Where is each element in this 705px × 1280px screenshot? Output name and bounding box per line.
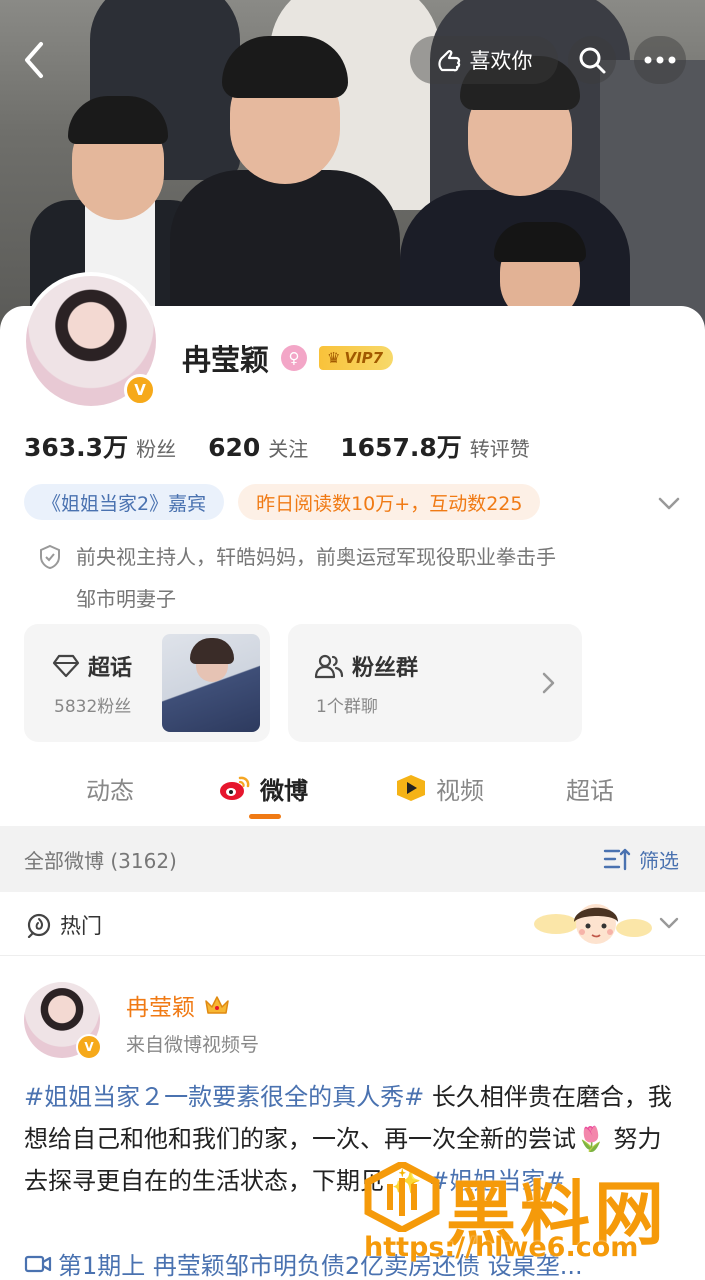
super-topic-title-row: 超话 bbox=[52, 650, 132, 682]
weibo-logo-icon bbox=[220, 776, 250, 800]
like-you-button[interactable]: 喜欢你 bbox=[410, 36, 558, 84]
search-button[interactable] bbox=[568, 36, 616, 84]
profile-tags: 《姐姐当家2》嘉宾 昨日阅读数10万+，互动数225 bbox=[24, 484, 541, 520]
crown-icon: ♛ bbox=[327, 349, 341, 367]
tab-video[interactable]: 视频 bbox=[394, 760, 484, 816]
tab-weibo[interactable]: 微博 bbox=[218, 760, 308, 816]
thumbnail-hair bbox=[190, 638, 234, 664]
chevron-down-icon bbox=[658, 497, 680, 510]
stat-label: 关注 bbox=[268, 437, 309, 461]
tab-activity[interactable]: 动态 bbox=[86, 760, 134, 816]
stat-number: 620 bbox=[208, 433, 261, 462]
profile-name: 冉莹颖 bbox=[182, 343, 270, 377]
shield-check-icon bbox=[40, 544, 60, 570]
like-you-label: 喜欢你 bbox=[469, 49, 533, 73]
video-play-icon bbox=[397, 775, 425, 801]
hot-posts-row[interactable]: 热门 bbox=[0, 892, 705, 956]
vip-label: VIP7 bbox=[344, 349, 384, 367]
stat-followers[interactable]: 363.3万 粉丝 bbox=[24, 428, 176, 464]
post-author-avatar[interactable]: V bbox=[24, 982, 102, 1060]
cover-child-hair bbox=[494, 222, 586, 262]
post-topic-link[interactable]: #姐姐当家# bbox=[429, 1167, 565, 1195]
super-topic-tile[interactable]: 超话 5832粉丝 bbox=[24, 624, 270, 742]
fan-group-title: 粉丝群 bbox=[352, 656, 419, 681]
diamond-icon bbox=[52, 654, 80, 678]
female-gender-icon: ♀ bbox=[281, 345, 308, 371]
verified-badge-icon: V bbox=[124, 374, 156, 406]
tab-label: 微博 bbox=[260, 776, 308, 805]
group-people-icon bbox=[314, 654, 344, 679]
fan-group-tile[interactable]: 粉丝群 1个群聊 bbox=[288, 624, 582, 742]
expand-profile-button[interactable] bbox=[654, 488, 684, 518]
post-video-link[interactable]: 第1期上 冉莹颖邹市明负债2亿卖房还债 设桌垄... bbox=[24, 1246, 684, 1280]
crown-icon bbox=[205, 996, 229, 1014]
bio-line-2: 邹市明妻子 bbox=[76, 587, 176, 611]
tab-label: 超话 bbox=[566, 776, 614, 805]
cartoon-girl-sticker-icon bbox=[534, 904, 652, 944]
top-nav-bar: 喜欢你 bbox=[0, 0, 705, 120]
tulip-emoji-icon: 🌷 bbox=[576, 1125, 606, 1153]
show-guest-tag[interactable]: 《姐姐当家2》嘉宾 bbox=[24, 484, 225, 520]
stat-interactions[interactable]: 1657.8万 转评赞 bbox=[340, 428, 529, 464]
post-topic-link[interactable]: #姐姐当家２一款要素很全的真人秀# bbox=[24, 1083, 424, 1111]
tab-label: 动态 bbox=[86, 776, 134, 805]
post-author-name[interactable]: 冉莹颖 bbox=[126, 988, 195, 1022]
post-author-row: 冉莹颖 bbox=[126, 988, 231, 1022]
verified-badge-icon: V bbox=[76, 1034, 102, 1060]
all-posts-count: 全部微博 (3162) bbox=[24, 848, 177, 873]
more-dots-icon bbox=[644, 56, 676, 64]
profile-name-row: 冉莹颖 ♀ ♛ VIP7 bbox=[182, 338, 394, 378]
bio-line-1: 前央视主持人，轩皓妈妈，前奥运冠军现役职业拳击手 bbox=[76, 545, 556, 569]
chevron-right-icon bbox=[542, 672, 555, 694]
video-link-text: 第1期上 冉莹颖邹市明负债2亿卖房还债 设桌垄... bbox=[58, 1252, 583, 1280]
stat-number: 363.3万 bbox=[24, 433, 129, 462]
sparkles-emoji-icon: ✨ bbox=[384, 1167, 430, 1195]
super-topic-fans: 5832粉丝 bbox=[54, 697, 132, 717]
hot-label: 热门 bbox=[60, 914, 102, 938]
super-topic-title: 超话 bbox=[88, 656, 133, 681]
hot-flame-icon bbox=[27, 913, 51, 938]
chevron-down-icon bbox=[659, 917, 679, 929]
chevron-left-icon bbox=[25, 42, 43, 78]
stat-number: 1657.8万 bbox=[340, 433, 462, 462]
vip-badge[interactable]: ♛ VIP7 bbox=[319, 346, 394, 370]
fan-group-title-row: 粉丝群 bbox=[314, 650, 418, 682]
stat-following[interactable]: 620 关注 bbox=[208, 433, 308, 462]
filter-button[interactable]: 筛选 bbox=[603, 845, 679, 874]
hot-label-group: 热门 bbox=[26, 910, 102, 940]
fan-group-count: 1个群聊 bbox=[316, 697, 378, 717]
tab-label: 视频 bbox=[436, 776, 484, 805]
reading-stats-tag[interactable]: 昨日阅读数10万+，互动数225 bbox=[238, 484, 541, 520]
post-text: #姐姐当家２一款要素很全的真人秀# 长久相伴贵在磨合，我想给自己和他和我们的家，… bbox=[24, 1076, 684, 1202]
tab-super-topic[interactable]: 超话 bbox=[566, 760, 614, 816]
filter-sort-icon bbox=[603, 848, 631, 871]
like-hand-icon bbox=[437, 50, 460, 72]
search-icon bbox=[579, 47, 606, 74]
super-topic-thumbnail bbox=[162, 634, 260, 732]
active-tab-indicator bbox=[249, 814, 281, 819]
post-source: 来自微博视频号 bbox=[126, 1034, 260, 1056]
back-button[interactable] bbox=[12, 38, 56, 82]
stat-label: 转评赞 bbox=[469, 437, 530, 461]
profile-bio: 前央视主持人，轩皓妈妈，前奥运冠军现役职业拳击手 邹市明妻子 bbox=[38, 536, 678, 620]
more-options-button[interactable] bbox=[634, 36, 686, 84]
filter-label: 筛选 bbox=[639, 848, 679, 873]
weibo-post[interactable]: V 冉莹颖 来自微博视频号 #姐姐当家２一款要素很全的真人秀# 长久相伴贵在磨合… bbox=[0, 956, 705, 1280]
filter-bar: 全部微博 (3162) 筛选 bbox=[0, 826, 705, 892]
video-camera-icon bbox=[24, 1255, 52, 1272]
profile-tabs: 动态 微博 视频 超话 bbox=[0, 760, 705, 826]
profile-stats: 363.3万 粉丝 620 关注 1657.8万 转评赞 bbox=[24, 428, 530, 464]
profile-avatar[interactable]: V bbox=[22, 272, 160, 410]
stat-label: 粉丝 bbox=[136, 437, 177, 461]
